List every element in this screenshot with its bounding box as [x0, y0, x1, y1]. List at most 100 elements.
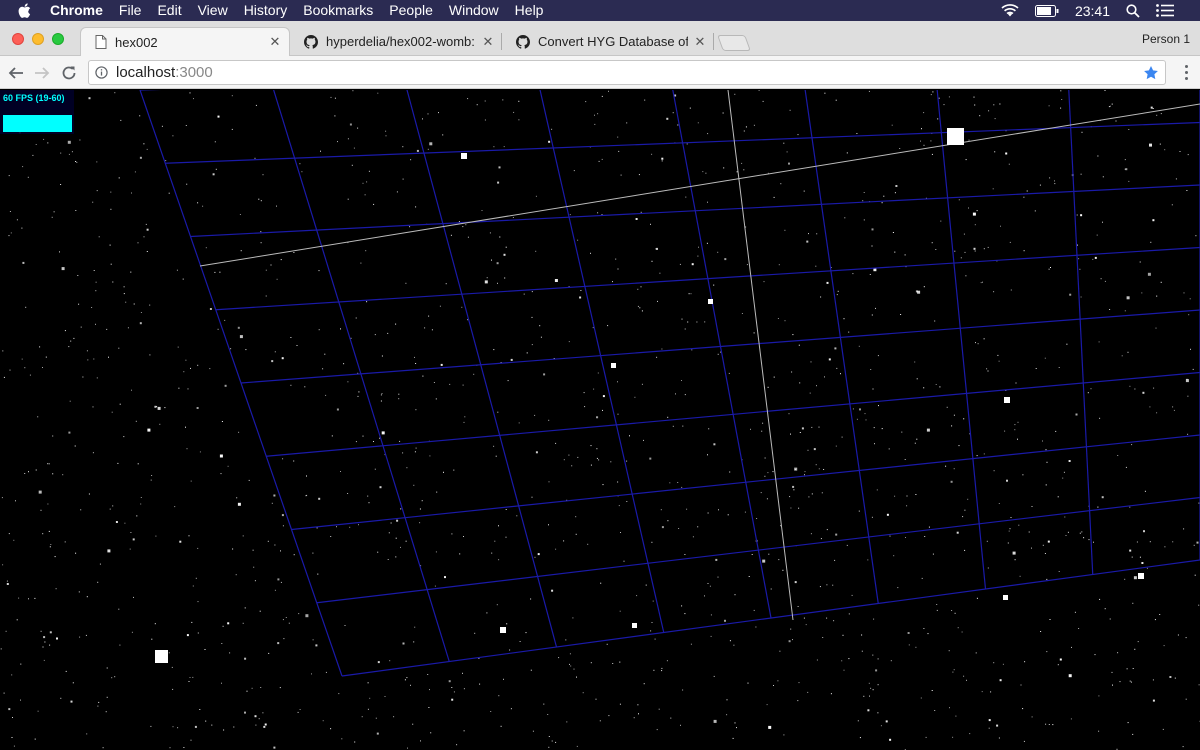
- star: [1177, 634, 1179, 636]
- star: [197, 364, 199, 366]
- star: [1186, 190, 1188, 191]
- star: [212, 173, 215, 176]
- star: [681, 318, 683, 320]
- star: [1070, 718, 1072, 720]
- tab-convert-hyg[interactable]: Convert HYG Database of stars ✕: [502, 27, 714, 56]
- star: [463, 536, 464, 537]
- window-close-button[interactable]: [12, 33, 24, 45]
- star: [617, 413, 619, 415]
- star: [1088, 539, 1090, 541]
- star: [834, 559, 836, 561]
- back-button[interactable]: [7, 64, 25, 82]
- menu-file[interactable]: File: [111, 0, 150, 21]
- star: [381, 431, 385, 435]
- star: [988, 727, 990, 729]
- star: [788, 413, 790, 415]
- star: [619, 610, 621, 612]
- star: [1108, 106, 1110, 108]
- profile-button[interactable]: Person 1: [1142, 32, 1190, 46]
- star: [848, 658, 850, 660]
- star: [1071, 646, 1072, 648]
- menu-edit[interactable]: Edit: [149, 0, 189, 21]
- chrome-menu-icon[interactable]: [1185, 65, 1188, 80]
- star: [463, 688, 465, 690]
- star: [543, 373, 546, 376]
- star: [976, 455, 978, 457]
- info-icon[interactable]: [95, 66, 108, 79]
- star: [217, 115, 220, 118]
- star: [596, 416, 599, 419]
- star: [1183, 292, 1185, 294]
- star: [165, 160, 167, 162]
- star: [315, 644, 318, 647]
- star: [869, 274, 871, 275]
- star: [946, 406, 948, 408]
- reload-button[interactable]: [60, 64, 78, 82]
- star: [551, 128, 553, 130]
- wifi-icon[interactable]: [1001, 4, 1019, 17]
- star: [1039, 184, 1041, 186]
- menu-window[interactable]: Window: [441, 0, 507, 21]
- address-bar[interactable]: localhost:3000: [88, 60, 1166, 85]
- star: [923, 628, 925, 629]
- star: [400, 508, 402, 510]
- menu-app-name[interactable]: Chrome: [44, 0, 111, 21]
- star: [660, 509, 662, 511]
- star: [1147, 272, 1151, 276]
- new-tab-button[interactable]: [717, 35, 751, 51]
- notification-center-icon[interactable]: [1156, 4, 1174, 17]
- battery-icon[interactable]: [1034, 4, 1059, 17]
- star-field-canvas[interactable]: [0, 90, 1200, 750]
- tab-close-icon[interactable]: ✕: [482, 34, 494, 50]
- apple-icon[interactable]: [18, 3, 32, 19]
- forward-button[interactable]: [33, 64, 51, 82]
- window-zoom-button[interactable]: [52, 33, 64, 45]
- star: [334, 115, 336, 117]
- star: [155, 535, 157, 537]
- star: [872, 654, 874, 656]
- star: [682, 689, 684, 691]
- star: [547, 714, 549, 715]
- star: [185, 359, 187, 361]
- star: [1124, 168, 1126, 170]
- star: [13, 539, 15, 541]
- fps-monitor[interactable]: 60 FPS (19-60): [0, 90, 74, 134]
- star: [585, 101, 587, 103]
- spotlight-search-icon[interactable]: [1126, 3, 1140, 18]
- star: [498, 525, 499, 527]
- menu-view[interactable]: View: [190, 0, 236, 21]
- star: [963, 233, 965, 235]
- star: [1150, 106, 1153, 109]
- tab-close-icon[interactable]: ✕: [269, 34, 281, 50]
- star: [679, 263, 681, 265]
- star: [123, 286, 125, 288]
- menu-bookmarks[interactable]: Bookmarks: [295, 0, 381, 21]
- star: [626, 460, 628, 462]
- star: [744, 511, 746, 513]
- star: [402, 642, 405, 645]
- star: [813, 448, 816, 451]
- bookmark-star-icon[interactable]: [1143, 65, 1159, 81]
- clock[interactable]: 23:41: [1075, 3, 1110, 19]
- star: [1164, 149, 1166, 151]
- star: [280, 581, 282, 583]
- tab-hex002-womb[interactable]: hyperdelia/hex002-womb: HEX ✕: [290, 27, 502, 56]
- star: [459, 553, 461, 555]
- star: [772, 471, 774, 473]
- tab-close-icon[interactable]: ✕: [694, 34, 706, 50]
- star: [1129, 385, 1131, 387]
- star: [186, 634, 189, 637]
- star: [343, 363, 345, 365]
- star: [242, 535, 244, 537]
- menu-help[interactable]: Help: [507, 0, 552, 21]
- star: [91, 307, 93, 308]
- star: [826, 584, 828, 586]
- webgl-viewport[interactable]: 60 FPS (19-60): [0, 90, 1200, 750]
- star: [745, 126, 747, 128]
- star: [965, 159, 967, 161]
- window-minimize-button[interactable]: [32, 33, 44, 45]
- menu-history[interactable]: History: [236, 0, 296, 21]
- tab-hex002[interactable]: hex002 ✕: [80, 27, 290, 56]
- star: [573, 668, 575, 670]
- menu-people[interactable]: People: [381, 0, 441, 21]
